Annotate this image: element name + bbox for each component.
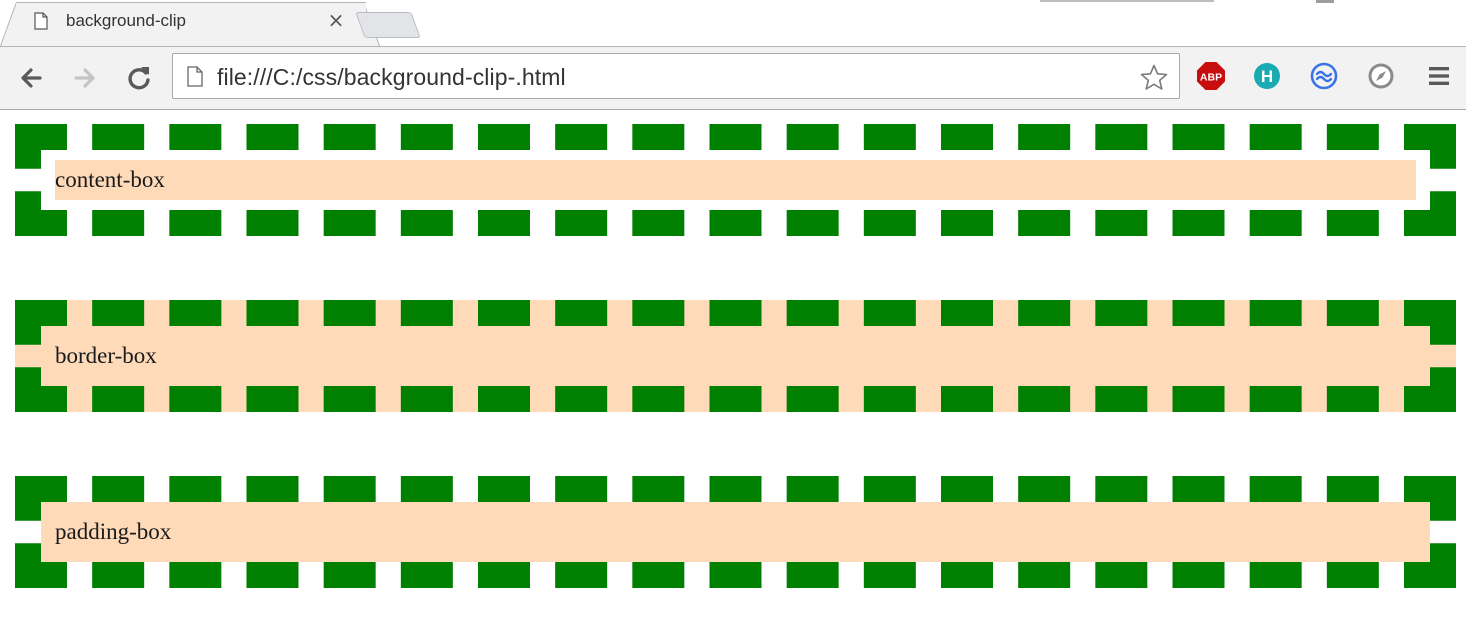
page-icon	[187, 66, 203, 87]
h-extension-label: H	[1261, 67, 1273, 86]
tab-strip: background-clip ×	[0, 0, 1466, 46]
padding-box-label: padding-box	[55, 519, 172, 544]
reload-icon[interactable]	[124, 63, 154, 93]
h-extension-icon[interactable]: H	[1252, 61, 1282, 91]
abp-label: ABP	[1200, 72, 1222, 84]
minimize-icon[interactable]	[1316, 0, 1334, 3]
page-icon	[34, 12, 48, 30]
padding-box-demo: padding-box	[15, 476, 1456, 588]
address-bar[interactable]: file:///C:/css/background-clip-.html	[172, 53, 1180, 99]
forward-arrow-icon[interactable]	[70, 63, 100, 93]
star-icon[interactable]	[1139, 63, 1169, 93]
close-icon[interactable]: ×	[326, 9, 346, 31]
window-edge	[1040, 0, 1214, 2]
content-box-label: content-box	[55, 167, 165, 192]
content-box-demo: content-box	[15, 124, 1456, 236]
border-box-label: border-box	[55, 343, 157, 368]
sync-icon[interactable]	[1309, 61, 1339, 91]
menu-icon[interactable]	[1424, 61, 1454, 91]
border-box-demo: border-box	[15, 300, 1456, 412]
page-viewport: content-box border-box padding-box	[0, 111, 1466, 632]
new-tab-button[interactable]	[355, 12, 421, 38]
compass-icon[interactable]	[1366, 61, 1396, 91]
tab-title: background-clip	[66, 11, 187, 30]
url-text: file:///C:/css/background-clip-.html	[217, 64, 566, 90]
abp-icon[interactable]: ABP	[1196, 61, 1226, 91]
back-arrow-icon[interactable]	[16, 63, 46, 93]
toolbar: file:///C:/css/background-clip-.html ABP…	[0, 46, 1466, 110]
